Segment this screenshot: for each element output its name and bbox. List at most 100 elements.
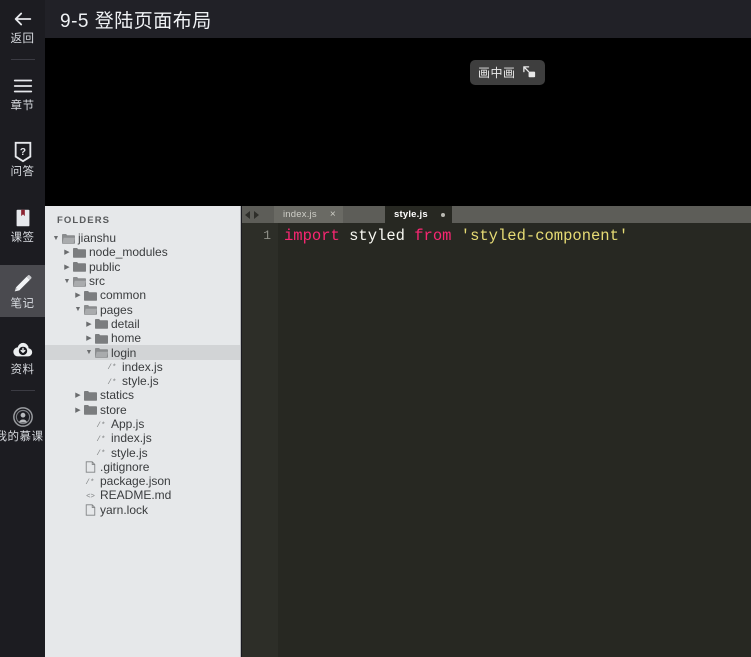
rail-item-label: 笔记 [10,298,35,310]
file-tree-row-home[interactable]: home [45,331,240,345]
rail-item-my-mooc[interactable]: 我的慕课 [0,398,45,450]
js-file-icon: /* [94,447,108,458]
file-tree-row-label: detail [111,316,140,331]
menu-icon [12,75,34,97]
file-tree-row-label: .gitignore [100,459,150,474]
file-tree-row-store[interactable]: store [45,403,240,417]
file-tree-row-public[interactable]: public [45,260,240,274]
question-mark-icon: ? [12,141,34,163]
picture-in-picture-icon [522,65,537,80]
rail-item-notes[interactable]: 笔记 [0,265,45,317]
file-tree-row-login[interactable]: login [45,345,240,360]
folder-closed-icon [94,318,108,330]
file-tree-row-label: pages [100,302,133,317]
chevron-right-icon[interactable] [73,406,83,414]
svg-text:/*: /* [96,450,105,458]
rail-item-label: 章节 [10,100,35,112]
rail-item-label: 我的慕课 [0,431,44,443]
file-tree-row-yarn-lock[interactable]: yarn.lock [45,503,240,517]
mooc-avatar-icon [12,406,34,428]
tab-index-js[interactable]: index.js × [274,206,343,223]
chevron-right-icon[interactable] [73,291,83,299]
rail-item-materials[interactable]: 资料 [0,331,45,383]
editor-tab-bar: index.js × style.js [242,206,751,223]
rail-item-back[interactable]: 返回 [0,0,45,52]
folder-closed-icon [83,390,97,401]
file-tree-row--gitignore[interactable]: .gitignore [45,460,240,474]
chevron-down-icon[interactable] [73,306,83,313]
picture-in-picture-button[interactable]: 画中画 [470,60,545,85]
folder-closed-icon [83,290,97,301]
chevron-down-icon[interactable] [84,349,94,356]
chevron-down-icon[interactable] [51,235,61,242]
token-keyword-import: import [284,227,340,245]
file-tree-row-app-js[interactable]: /* App.js [45,417,240,431]
left-rail: 返回 章节 ? 问答 课签 笔记 资料 我的慕课 [0,0,45,657]
token-keyword-from: from [414,227,452,245]
chevron-right-icon[interactable] [84,320,94,328]
file-tree-row-src[interactable]: src [45,274,240,288]
file-tree-row-index-js[interactable]: /* index.js [45,431,240,445]
unsaved-dot-icon [440,212,445,217]
file-tree-list: jianshunode_modulespublicsrccommonpagesd… [45,231,240,517]
file-tree-row-label: src [89,274,105,289]
file-tree-row-label: App.js [111,417,145,431]
file-tree-row-index-js[interactable]: /* index.js [45,360,240,374]
svg-text:/*: /* [96,422,105,430]
rail-item-label: 返回 [10,33,35,45]
file-tree-row-label: statics [100,388,135,403]
chevron-right-icon[interactable] [62,248,72,256]
line-number-gutter: 1 [242,223,278,657]
svg-text:/*: /* [107,379,116,387]
back-arrow-icon [12,8,34,30]
file-tree-row-statics[interactable]: statics [45,388,240,402]
js-file-icon: /* [94,433,108,444]
rail-divider [10,59,35,60]
token-string-module: 'styled-component' [460,227,629,245]
file-tree-row-label: public [89,259,121,274]
video-player[interactable]: 画中画 [45,38,751,206]
file-tree-row-package-json[interactable]: /* package.json [45,474,240,488]
chevron-down-icon[interactable] [62,278,72,285]
file-tree-row-style-js[interactable]: /* style.js [45,445,240,460]
svg-text:/*: /* [96,436,105,444]
back-arrow-icon[interactable] [245,210,250,219]
file-tree-row-label: node_modules [89,245,168,260]
file-tree-row-common[interactable]: common [45,288,240,302]
file-tree-row-detail[interactable]: detail [45,317,240,331]
close-icon[interactable]: × [330,209,336,220]
file-tree-row-label: login [111,345,137,360]
file-tree-row-label: common [100,288,147,303]
tab-nav-arrows [245,206,259,223]
rail-item-label: 问答 [10,166,35,178]
chevron-right-icon[interactable] [62,263,72,271]
chevron-right-icon[interactable] [73,391,83,399]
file-tree-row-node-modules[interactable]: node_modules [45,245,240,259]
tab-style-js[interactable]: style.js [385,206,452,223]
js-file-icon: /* [94,419,108,430]
js-file-icon: /* [83,476,97,487]
forward-arrow-icon[interactable] [254,210,259,219]
folder-closed-icon [83,404,97,415]
file-tree-row-label: jianshu [78,231,117,246]
file-tree-row-pages[interactable]: pages [45,302,240,317]
rail-item-chapters[interactable]: 章节 [0,67,45,119]
folder-open-icon [94,347,108,358]
file-tree-row-readme-md[interactable]: <> README.md [45,488,240,502]
file-tree-sidebar[interactable]: FOLDERS jianshunode_modulespublicsrccomm… [45,206,241,657]
token-identifier-styled: styled [349,227,405,245]
file-tree-row-label: package.json [100,474,171,489]
file-tree-row-style-js[interactable]: /* style.js [45,374,240,388]
svg-text:/*: /* [85,479,94,487]
svg-text:/*: /* [107,364,116,372]
rail-item-qa[interactable]: ? 问答 [0,133,45,185]
tab-label: style.js [394,209,428,220]
file-tree-row-jianshu[interactable]: jianshu [45,231,240,245]
rail-item-bookmark[interactable]: 课签 [0,199,45,251]
code-area[interactable]: 1 import styled from 'styled-component' [242,223,751,657]
chevron-right-icon[interactable] [84,334,94,342]
file-tree-row-label: home [111,331,142,346]
